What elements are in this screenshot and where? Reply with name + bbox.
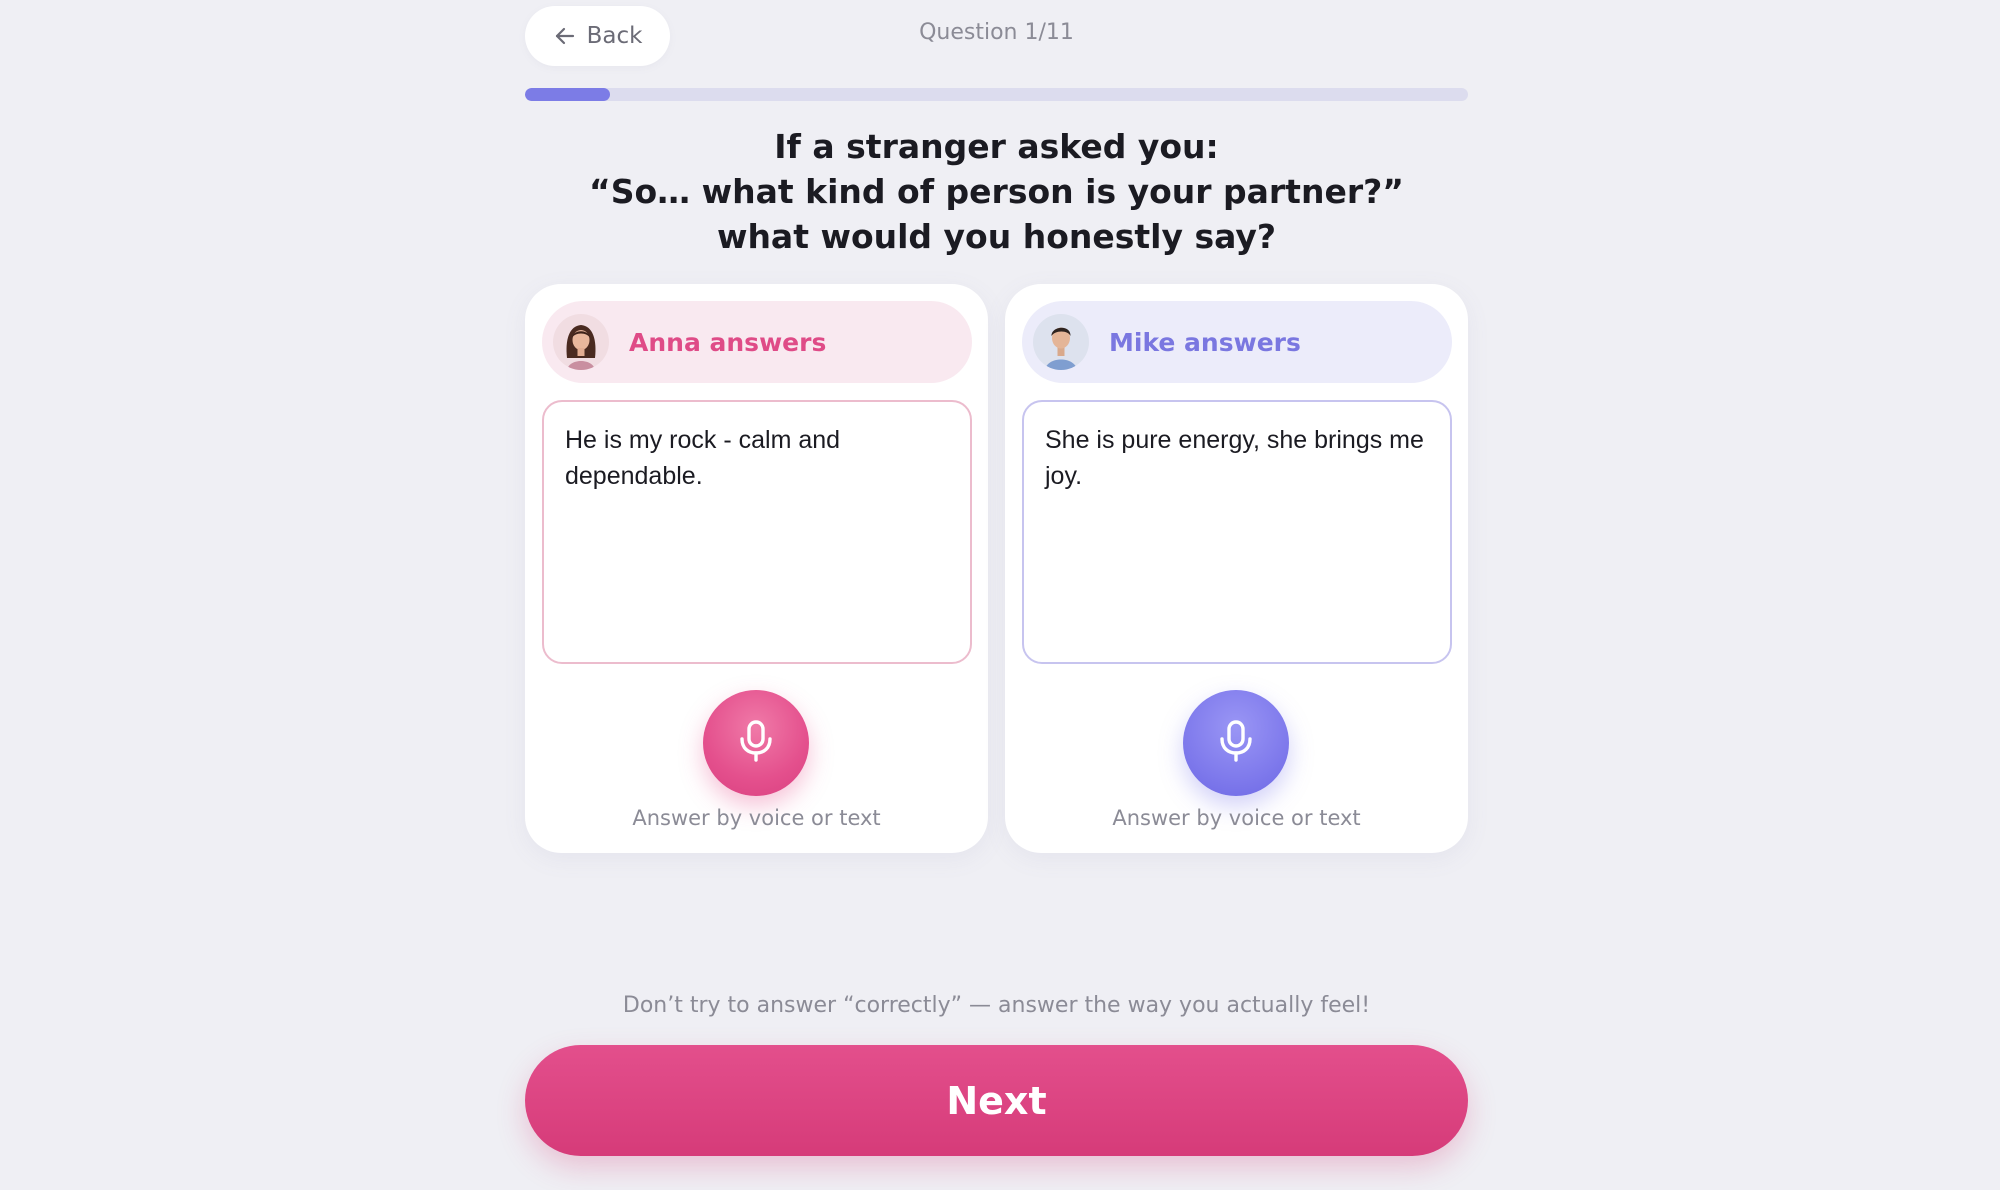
- mike-card-header: Mike answers: [1022, 301, 1452, 383]
- mike-avatar: [1033, 314, 1089, 370]
- microphone-icon: [1216, 719, 1256, 767]
- anna-voice-button[interactable]: [703, 690, 809, 796]
- question-line-3: what would you honestly say?: [716, 217, 1277, 256]
- progress-fill: [525, 88, 610, 101]
- anna-avatar: [553, 314, 609, 370]
- question-line-1: If a stranger asked you:: [774, 127, 1219, 166]
- anna-answer-hint: Answer by voice or text: [632, 806, 881, 830]
- mike-answer-card: Mike answers She is pure energy, she bri…: [1005, 284, 1468, 853]
- anna-card-title: Anna answers: [629, 327, 827, 357]
- microphone-icon: [736, 719, 776, 767]
- question-text: If a stranger asked you: “So… what kind …: [525, 124, 1468, 259]
- mike-answer-field[interactable]: She is pure energy, she brings me joy.: [1022, 400, 1452, 664]
- question-screen: Back Question 1/11 If a stranger asked y…: [525, 0, 1468, 1190]
- mike-card-title: Mike answers: [1109, 327, 1301, 357]
- anna-answer-field[interactable]: He is my rock - calm and dependable.: [542, 400, 972, 664]
- mike-voice-button[interactable]: [1183, 690, 1289, 796]
- question-line-2: “So… what kind of person is your partner…: [589, 172, 1404, 211]
- progress-bar: [525, 88, 1468, 101]
- anna-answer-card: Anna answers He is my rock - calm and de…: [525, 284, 988, 853]
- next-button[interactable]: Next: [525, 1045, 1468, 1156]
- anna-card-header: Anna answers: [542, 301, 972, 383]
- answer-tip: Don’t try to answer “correctly” — answer…: [622, 993, 1371, 1018]
- mike-answer-hint: Answer by voice or text: [1112, 806, 1361, 830]
- question-counter: Question 1/11: [919, 20, 1074, 45]
